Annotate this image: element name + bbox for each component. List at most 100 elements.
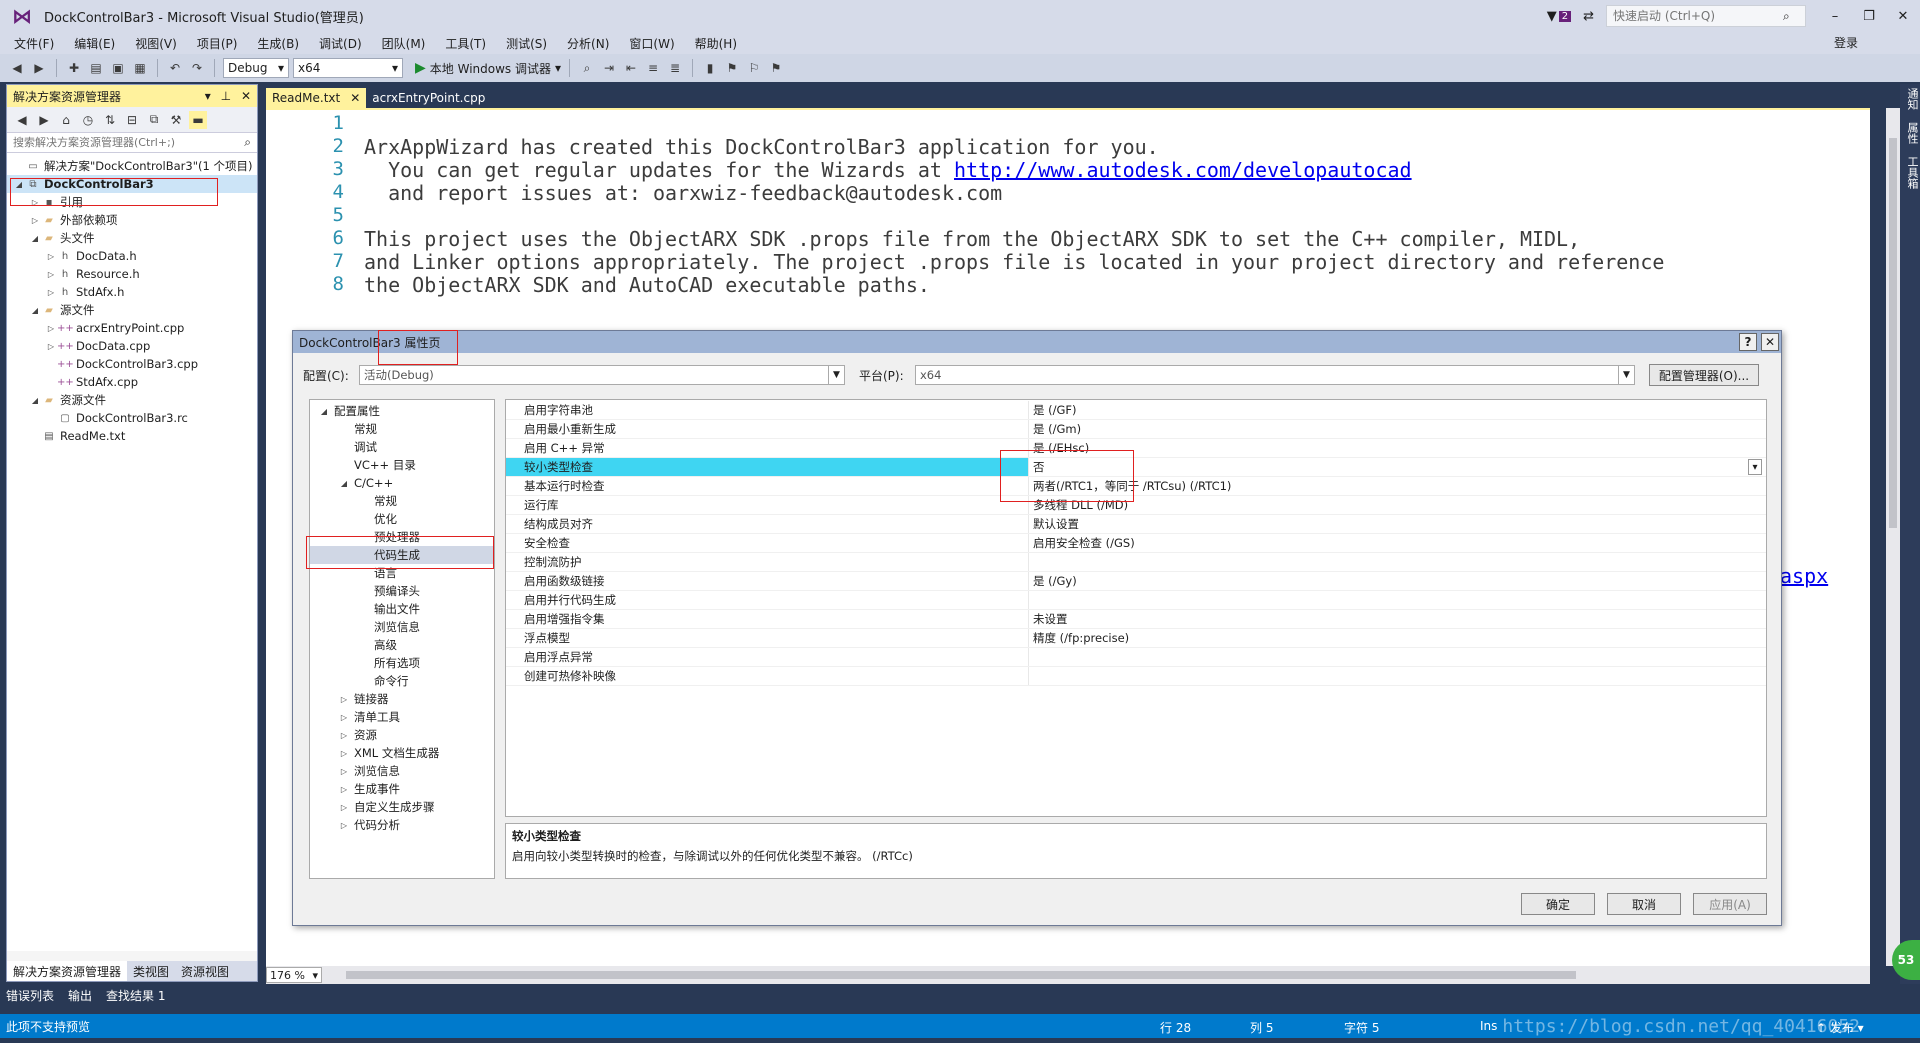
collapsed-arrow-icon[interactable]: ▷ (338, 821, 350, 830)
property-category-item[interactable]: 浏览信息 (310, 618, 494, 636)
property-row[interactable]: 控制流防护 (506, 553, 1766, 572)
property-row[interactable]: 启用 C++ 异常 是 (/EHsc) (506, 439, 1766, 458)
solution-explorer-search-input[interactable] (13, 136, 213, 149)
collapse-all-icon[interactable]: ⊟ (123, 111, 141, 129)
property-value[interactable]: 启用安全检查 (/GS) (1028, 534, 1766, 552)
platform-select[interactable]: x64 ▾ (293, 58, 403, 78)
close-window-button[interactable]: ✕ (1886, 0, 1920, 32)
menu-test[interactable]: 测试(S) (496, 35, 557, 52)
property-value[interactable]: 多线程 DLL (/MD) (1028, 496, 1766, 514)
property-value[interactable] (1028, 591, 1766, 609)
property-value[interactable]: 两者(/RTC1，等同于 /RTCsu) (/RTC1) (1028, 477, 1766, 495)
collapsed-arrow-icon[interactable]: ▷ (29, 216, 41, 225)
close-icon[interactable]: ✕ (241, 89, 251, 103)
tab-acrx-entry-point[interactable]: acrxEntryPoint.cpp (366, 88, 491, 108)
quick-launch-box[interactable]: ⌕ (1606, 5, 1806, 27)
outdent-icon[interactable]: ⇤ (622, 59, 640, 77)
menu-window[interactable]: 窗口(W) (619, 35, 684, 52)
property-category-item[interactable]: 输出文件 (310, 600, 494, 618)
tab-readme[interactable]: ReadMe.txt ✕ (266, 88, 367, 108)
property-row[interactable]: 启用字符串池 是 (/GF) (506, 401, 1766, 420)
platform-combo[interactable]: x64 ▼ (915, 365, 1635, 385)
editor-horizontal-scrollbar[interactable]: 176 % ▾ (266, 966, 1870, 984)
tree-item[interactable]: ++ DockControlBar3.cpp (7, 355, 257, 373)
performance-badge[interactable]: 53 (1892, 940, 1920, 980)
tree-item[interactable]: ▷ ++ DocData.cpp (7, 337, 257, 355)
notifications-button[interactable]: ▼ 2 (1547, 9, 1572, 24)
save-all-icon[interactable]: ▦ (131, 59, 149, 77)
property-value[interactable] (1028, 667, 1766, 685)
property-category-item[interactable]: 常规 (310, 492, 494, 510)
undo-icon[interactable]: ↶ (166, 59, 184, 77)
property-category-item[interactable]: ▷ 浏览信息 (310, 762, 494, 780)
tree-item[interactable]: ◢ ▰ 资源文件 (7, 391, 257, 409)
property-row[interactable]: 创建可热修补映像 (506, 667, 1766, 686)
property-row[interactable]: 启用增强指令集 未设置 (506, 610, 1766, 629)
preview-icon[interactable]: ▬ (189, 110, 207, 129)
login-link[interactable]: 登录 (1834, 34, 1858, 51)
code-hyperlink-tail[interactable]: aspx (1780, 564, 1828, 588)
collapsed-arrow-icon[interactable]: ▷ (338, 767, 350, 776)
horizontal-scroll-thumb[interactable] (346, 971, 1576, 979)
property-category-item[interactable]: ▷ XML 文档生成器 (310, 744, 494, 762)
menu-view[interactable]: 视图(V) (125, 35, 187, 52)
expanded-arrow-icon[interactable]: ◢ (29, 306, 41, 315)
chevron-down-icon[interactable]: ▾ (1748, 459, 1762, 475)
property-category-item[interactable]: 优化 (310, 510, 494, 528)
property-category-item[interactable]: ◢ 配置属性 (310, 402, 494, 420)
code-hyperlink[interactable]: http://www.autodesk.com/developautocad (954, 158, 1412, 186)
restore-button[interactable]: ❐ (1852, 0, 1886, 32)
tree-item[interactable]: ▷ h StdAfx.h (7, 283, 257, 301)
zoom-select[interactable]: 176 % ▾ (266, 967, 322, 983)
property-category-item[interactable]: ▷ 清单工具 (310, 708, 494, 726)
scroll-thumb[interactable] (1889, 138, 1897, 528)
menu-tools[interactable]: 工具(T) (435, 35, 496, 52)
redo-icon[interactable]: ↷ (188, 59, 206, 77)
prev-bookmark-icon[interactable]: ⚑ (723, 59, 741, 77)
property-category-item[interactable]: 命令行 (310, 672, 494, 690)
property-value[interactable]: 是 (/EHsc) (1028, 439, 1766, 457)
menu-analyze[interactable]: 分析(N) (557, 35, 619, 52)
property-row[interactable]: 浮点模型 精度 (/fp:precise) (506, 629, 1766, 648)
properties-icon[interactable]: ⚒ (167, 111, 185, 129)
tree-item[interactable]: ▷ ++ acrxEntryPoint.cpp (7, 319, 257, 337)
forward-icon[interactable]: ▶ (30, 59, 48, 77)
property-category-item[interactable]: 常规 (310, 420, 494, 438)
property-value[interactable]: 是 (/Gy) (1028, 572, 1766, 590)
apply-button[interactable]: 应用(A) (1693, 893, 1767, 915)
property-row[interactable]: 较小类型检查否 ▾ (506, 458, 1766, 477)
editor-vertical-scrollbar[interactable] (1886, 108, 1900, 966)
tree-item[interactable]: ◢ ▰ 头文件 (7, 229, 257, 247)
menu-debug[interactable]: 调试(D) (309, 35, 372, 52)
property-category-item[interactable]: ▷ 链接器 (310, 690, 494, 708)
properties-tab[interactable]: 属性 (1900, 122, 1920, 144)
back-icon[interactable]: ◀ (13, 111, 31, 129)
menu-edit[interactable]: 编辑(E) (64, 35, 125, 52)
property-category-item[interactable]: ◢ C/C++ (310, 474, 494, 492)
collapsed-arrow-icon[interactable]: ▷ (45, 288, 57, 297)
feedback-icon[interactable]: ⇄ (1583, 9, 1594, 24)
start-debugging-button[interactable]: ▶ 本地 Windows 调试器 ▾ (415, 60, 561, 77)
property-category-item[interactable]: VC++ 目录 (310, 456, 494, 474)
minimize-button[interactable]: – (1818, 0, 1852, 32)
menu-file[interactable]: 文件(F) (4, 35, 64, 52)
property-category-item[interactable]: ▷ 资源 (310, 726, 494, 744)
tree-item[interactable]: ▷ h Resource.h (7, 265, 257, 283)
property-category-item[interactable]: 预编译头 (310, 582, 494, 600)
collapsed-arrow-icon[interactable]: ▷ (338, 785, 350, 794)
property-value[interactable]: 默认设置 (1028, 515, 1766, 533)
property-value[interactable]: 精度 (/fp:precise) (1028, 629, 1766, 647)
property-category-item[interactable]: 所有选项 (310, 654, 494, 672)
bookmark-icon[interactable]: ▮ (701, 59, 719, 77)
property-category-item[interactable]: 调试 (310, 438, 494, 456)
property-value[interactable] (1028, 648, 1766, 666)
find-icon[interactable]: ⌕ (578, 59, 596, 77)
property-row[interactable]: 启用浮点异常 (506, 648, 1766, 667)
collapsed-arrow-icon[interactable]: ▷ (338, 749, 350, 758)
collapsed-arrow-icon[interactable]: ▷ (338, 731, 350, 740)
quick-launch-input[interactable] (1613, 9, 1783, 23)
collapsed-arrow-icon[interactable]: ▷ (338, 803, 350, 812)
property-category-item[interactable]: ▷ 生成事件 (310, 780, 494, 798)
pin-icon[interactable]: ⊥ (221, 89, 231, 103)
menu-build[interactable]: 生成(B) (247, 35, 309, 52)
